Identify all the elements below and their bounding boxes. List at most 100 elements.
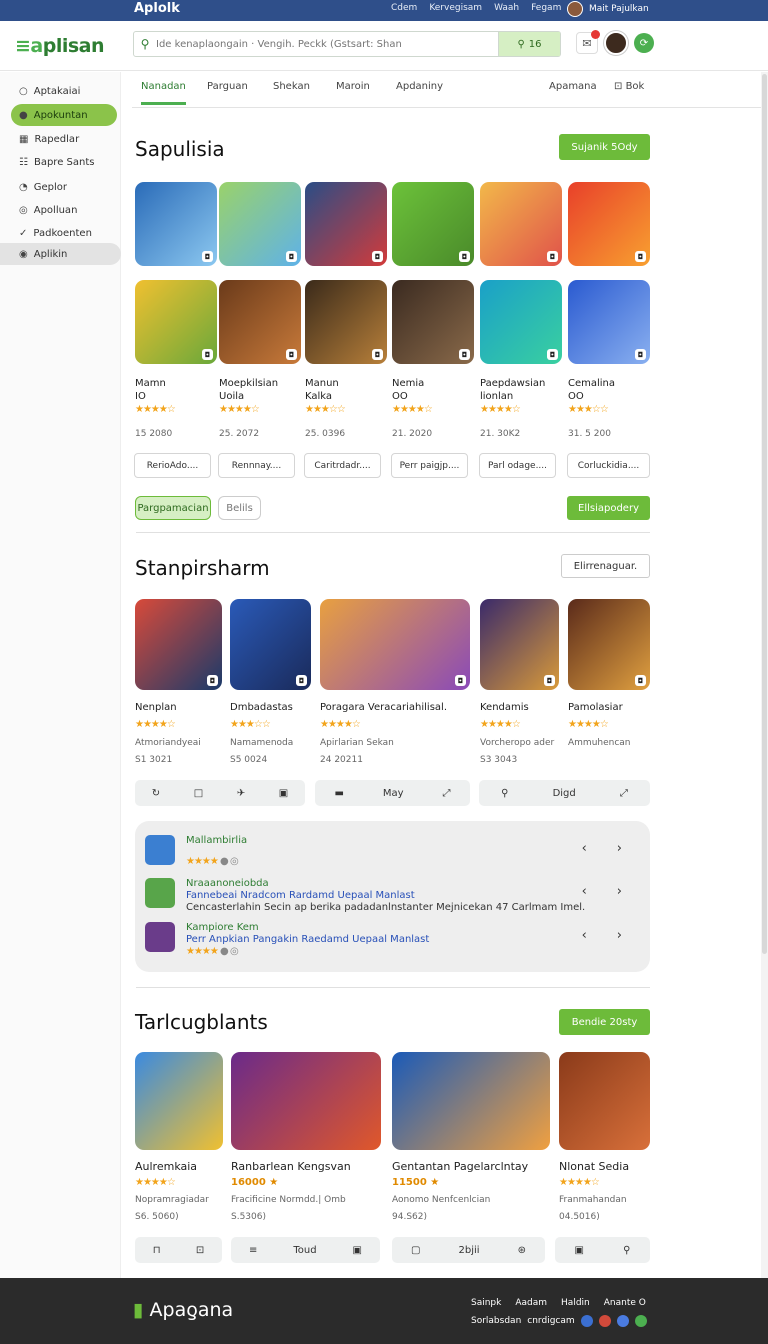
user-avatar[interactable]: [567, 1, 583, 17]
sidebar-item[interactable]: ○ Aptakaiai: [11, 80, 117, 102]
topbar-link[interactable]: Kervegisam: [429, 3, 482, 13]
site-logo[interactable]: ≡aplisan: [15, 35, 105, 57]
app-icon[interactable]: ◘: [568, 280, 650, 364]
sidebar-item[interactable]: ☷ Bapre Sants: [11, 151, 117, 173]
app-name[interactable]: Dmbadastas: [230, 702, 293, 713]
app-action-button[interactable]: RerioAdo....: [134, 453, 211, 478]
app-name[interactable]: Nemia: [392, 378, 424, 389]
tool-label[interactable]: Toud: [293, 1245, 316, 1256]
chevron-right-icon[interactable]: ›: [617, 841, 622, 856]
chevron-right-icon[interactable]: ›: [617, 928, 622, 943]
topbar-link[interactable]: Cdem: [391, 3, 417, 13]
user-name[interactable]: Mait Pajulkan: [589, 4, 649, 14]
section-action-button[interactable]: Bendie 20sty: [559, 1009, 650, 1035]
menu-icon[interactable]: ≡: [249, 1245, 257, 1256]
footer-link[interactable]: cnrdigcam: [527, 1316, 574, 1326]
search-input[interactable]: [156, 33, 498, 55]
app-icon[interactable]: ◘: [219, 182, 301, 266]
filter-pill-active[interactable]: Pargpamacian: [135, 496, 211, 520]
tab[interactable]: Shekan: [273, 81, 310, 92]
tab[interactable]: Nanadan: [141, 81, 186, 105]
image-icon[interactable]: ▣: [279, 788, 288, 799]
social-icon[interactable]: [598, 1315, 611, 1327]
app-icon[interactable]: ◘: [568, 182, 650, 266]
app-name[interactable]: Nlonat Sedia: [559, 1160, 629, 1173]
app-name[interactable]: Aulremkaia: [135, 1160, 197, 1173]
more-button[interactable]: Ellsiapodery: [567, 496, 650, 520]
app-action-button[interactable]: Perr paigjp....: [391, 453, 468, 478]
section-action-button[interactable]: Sujanik 5Ody: [559, 134, 650, 160]
featured-app-image[interactable]: ◘: [320, 599, 470, 690]
social-icon[interactable]: [616, 1315, 629, 1327]
app-icon[interactable]: ◘: [135, 280, 217, 364]
app-name[interactable]: Poragara Veracariahilisal.: [320, 702, 447, 713]
app-name[interactable]: Nenplan: [135, 702, 177, 713]
app-name[interactable]: Cemalina: [568, 378, 615, 389]
app-action-button[interactable]: Parl odage....: [479, 453, 556, 478]
app-name[interactable]: Paepdawsian: [480, 378, 545, 389]
featured-app-image[interactable]: ◘: [230, 599, 311, 690]
filter-pill[interactable]: Belils: [218, 496, 261, 520]
app-icon[interactable]: ◘: [135, 182, 217, 266]
app-name[interactable]: Mamn: [135, 378, 166, 389]
image-icon[interactable]: ▣: [353, 1245, 362, 1256]
search-icon[interactable]: ⚲: [623, 1245, 630, 1256]
social-icon[interactable]: [634, 1315, 647, 1327]
footer-link[interactable]: Sorlabsdan: [471, 1316, 521, 1326]
featured-app-image[interactable]: ◘: [480, 599, 559, 690]
profile-avatar[interactable]: [604, 31, 628, 55]
topbar-brand[interactable]: Aplolk: [134, 1, 180, 16]
tab[interactable]: Parguan: [207, 81, 248, 92]
app-icon[interactable]: ◘: [480, 280, 562, 364]
app-icon[interactable]: ◘: [305, 280, 387, 364]
featured-app-image[interactable]: ◘: [568, 599, 650, 690]
footer-logo[interactable]: ▮ Apaƍana: [133, 1299, 233, 1321]
camera-icon[interactable]: ▣: [575, 1245, 584, 1256]
app-action-button[interactable]: Rennnay....: [218, 453, 295, 478]
download-icon[interactable]: ⊛: [518, 1245, 526, 1256]
app-name[interactable]: Kendamis: [480, 702, 529, 713]
footer-link[interactable]: Anante O: [604, 1298, 646, 1308]
settings-icon[interactable]: ⟳: [634, 33, 654, 53]
tab[interactable]: Apamana: [549, 81, 597, 92]
notification-icon[interactable]: ✉: [576, 30, 600, 54]
deal-app-image[interactable]: [135, 1052, 223, 1150]
footer-link[interactable]: Aadam: [515, 1298, 547, 1308]
topbar-link[interactable]: Waah: [494, 3, 519, 13]
app-icon[interactable]: ◘: [392, 280, 474, 364]
deal-app-image[interactable]: [559, 1052, 650, 1150]
bird-icon[interactable]: ✈: [237, 788, 245, 799]
calendar-icon[interactable]: ▢: [411, 1245, 420, 1256]
app-name[interactable]: Ranbarlean Kengsvan: [231, 1160, 351, 1173]
section-action-button[interactable]: Elirrenaguar.: [561, 554, 650, 578]
search-icon[interactable]: ⚲: [501, 788, 508, 799]
app-icon[interactable]: ◘: [305, 182, 387, 266]
expand-icon[interactable]: ⤢: [620, 788, 628, 799]
scrollbar-thumb[interactable]: [762, 74, 767, 954]
app-name[interactable]: Manun: [305, 378, 339, 389]
featured-app-image[interactable]: ◘: [135, 599, 222, 690]
topbar-link[interactable]: Fegam: [531, 3, 561, 13]
chevron-left-icon[interactable]: ‹: [582, 884, 587, 899]
app-action-button[interactable]: Caritrdadr....: [304, 453, 381, 478]
sidebar-item[interactable]: ▦ Rapedlar: [11, 128, 117, 150]
sidebar-item[interactable]: ✓ Padkoenten: [11, 222, 117, 244]
search-button[interactable]: ⚲ 16: [498, 32, 560, 56]
sidebar-item[interactable]: ◔ Geplor: [11, 176, 117, 198]
chevron-left-icon[interactable]: ‹: [582, 928, 587, 943]
tool-label[interactable]: 2bjii: [459, 1245, 480, 1256]
tool-label[interactable]: Digd: [553, 788, 576, 799]
app-icon[interactable]: ◘: [480, 182, 562, 266]
topbar-user[interactable]: Mait Pajulkan: [567, 1, 649, 17]
expand-icon[interactable]: ⤢: [443, 788, 451, 799]
square-icon[interactable]: □: [194, 788, 203, 799]
sidebar-item-selected[interactable]: ◉ Aplikin: [0, 243, 121, 265]
bag-icon[interactable]: ⊡: [196, 1245, 204, 1256]
footer-link[interactable]: Haldin: [561, 1298, 590, 1308]
footer-link[interactable]: Sainpk: [471, 1298, 501, 1308]
tab[interactable]: ⊡ Bok: [614, 81, 644, 92]
app-name[interactable]: Gentantan Pagelarclntay: [392, 1160, 528, 1173]
social-icon[interactable]: [580, 1315, 593, 1327]
deal-app-image[interactable]: [231, 1052, 381, 1150]
app-action-button[interactable]: Corluckidia....: [567, 453, 650, 478]
